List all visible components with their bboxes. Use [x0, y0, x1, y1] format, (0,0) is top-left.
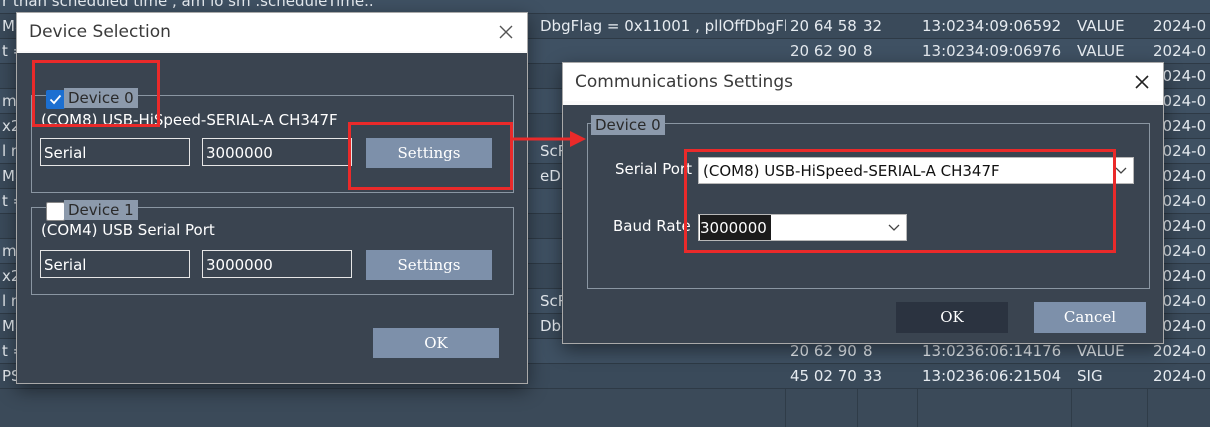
- log-cell-msg2: [540, 39, 786, 63]
- comm-ok-button[interactable]: OK: [896, 302, 1008, 333]
- device-0-baud-field[interactable]: 3000000: [202, 138, 352, 166]
- device-1-baud-field[interactable]: 3000000: [202, 250, 352, 278]
- log-cell-hex: 45 02 70: [790, 367, 857, 385]
- serial-port-label: Serial Port: [615, 160, 692, 178]
- log-cell-hex: [790, 0, 859, 13]
- ok-button[interactable]: OK: [373, 328, 499, 358]
- close-icon[interactable]: [495, 21, 517, 43]
- device-1-settings-button[interactable]: Settings: [366, 250, 492, 280]
- device-1-checkbox[interactable]: [46, 202, 65, 221]
- log-cell-time: 13:0234:09:06976: [922, 42, 1062, 60]
- close-icon[interactable]: [1131, 71, 1153, 93]
- log-cell-date: 2024-09: [1153, 367, 1206, 385]
- log-cell-n: 33: [863, 367, 883, 385]
- comm-device-legend: Device 0: [591, 115, 665, 135]
- device-1-port-label: (COM4) USB Serial Port: [41, 221, 215, 239]
- device-selection-title: Device Selection: [29, 22, 171, 42]
- log-cell-type: VALUE: [1077, 17, 1125, 35]
- log-cell-hex: 20 62 90: [790, 42, 857, 60]
- highlight-box-device-0-checkbox: [32, 60, 160, 127]
- log-cell-type: SIG: [1077, 367, 1103, 385]
- device-0-mode-field[interactable]: Serial: [40, 138, 190, 166]
- log-cell-n: 32: [863, 17, 883, 35]
- device-1-legend: Device 1: [64, 200, 138, 220]
- log-cell-time: 13:0236:06:21504: [922, 367, 1062, 385]
- log-cell-type: [1077, 0, 1149, 13]
- log-cell-date: 2024-09: [1153, 42, 1206, 60]
- chevron-down-icon: [1115, 167, 1127, 174]
- log-cell-time: [922, 0, 1073, 13]
- device-selection-titlebar: Device Selection: [17, 13, 527, 51]
- log-cell-hex: 20 64 58: [790, 17, 857, 35]
- highlight-box-comm-fields: [684, 149, 1116, 253]
- highlight-box-settings-button: [348, 122, 513, 190]
- annotation-arrow-icon: [512, 131, 586, 147]
- cancel-button[interactable]: Cancel: [1034, 302, 1146, 333]
- log-cell-type: VALUE: [1077, 42, 1125, 60]
- log-cell-msg2: [540, 0, 786, 13]
- log-cell-n: [863, 0, 918, 13]
- log-cell-msg2: DbgFlag = 0x11001 , pllOffDbgFla: [540, 17, 786, 35]
- communications-settings-titlebar: Communications Settings: [563, 63, 1163, 101]
- log-cell-msg2: [540, 364, 786, 388]
- log-cell-time: 13:0234:09:06592: [922, 17, 1062, 35]
- log-cell-n: 8: [863, 42, 873, 60]
- log-cell-date: [1153, 0, 1206, 13]
- log-cell-date: 2024-09: [1153, 17, 1206, 35]
- device-1-mode-field[interactable]: Serial: [40, 250, 190, 278]
- baud-rate-label: Baud Rate: [613, 217, 691, 235]
- communications-settings-title: Communications Settings: [575, 72, 793, 92]
